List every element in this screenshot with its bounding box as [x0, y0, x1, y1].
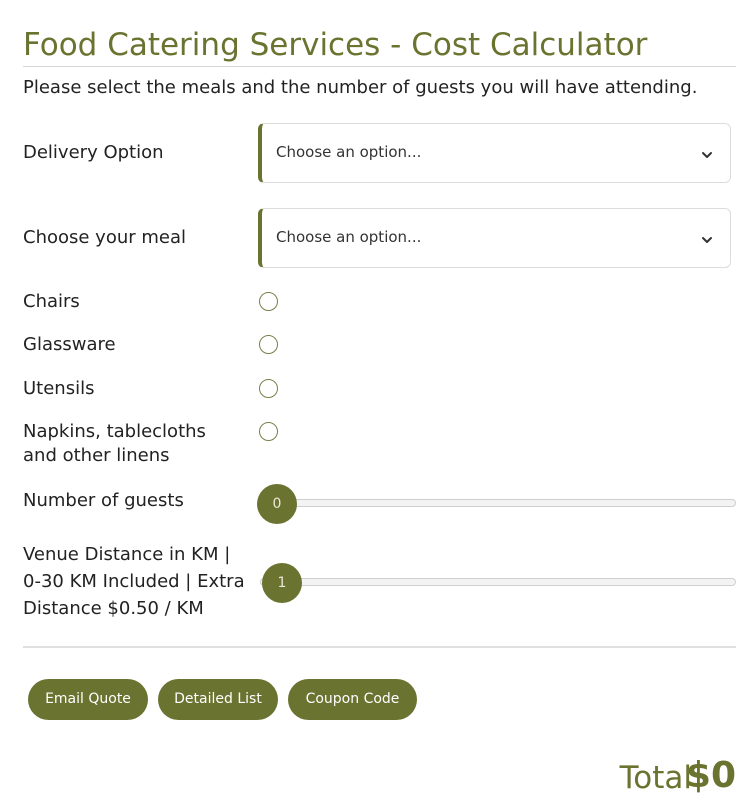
- distance-label: Venue Distance in KM | 0-30 KM Included …: [23, 544, 245, 619]
- chairs-radio[interactable]: [259, 292, 278, 311]
- guests-slider-track[interactable]: [260, 499, 736, 507]
- utensils-label: Utensils: [23, 378, 95, 399]
- coupon-code-button[interactable]: Coupon Code: [288, 679, 417, 720]
- linens-radio[interactable]: [259, 422, 278, 441]
- total-value: $0: [685, 755, 736, 796]
- glassware-radio[interactable]: [259, 335, 278, 354]
- form-divider: [23, 646, 736, 648]
- glassware-label: Glassware: [23, 334, 116, 355]
- delivery-option-label: Delivery Option: [23, 142, 164, 163]
- guests-label: Number of guests: [23, 490, 184, 511]
- utensils-radio[interactable]: [259, 379, 278, 398]
- delivery-option-value: Choose an option...: [276, 143, 422, 161]
- email-quote-button[interactable]: Email Quote: [28, 679, 148, 720]
- total-label: Total: [619, 760, 692, 796]
- distance-slider-track[interactable]: [260, 578, 736, 586]
- guests-slider-thumb[interactable]: 0: [257, 484, 297, 524]
- page-title: Food Catering Services - Cost Calculator: [23, 27, 648, 63]
- chevron-down-icon: [702, 152, 712, 158]
- meal-select[interactable]: Choose an option...: [258, 208, 731, 268]
- meal-value: Choose an option...: [276, 228, 422, 246]
- delivery-option-select[interactable]: Choose an option...: [258, 123, 731, 183]
- chairs-label: Chairs: [23, 291, 80, 312]
- distance-slider-thumb[interactable]: 1: [262, 563, 302, 603]
- chevron-down-icon: [702, 237, 712, 243]
- intro-text: Please select the meals and the number o…: [23, 77, 698, 98]
- detailed-list-button[interactable]: Detailed List: [158, 679, 278, 720]
- linens-label: Napkins, tablecloths and other linens: [23, 421, 206, 466]
- meal-label: Choose your meal: [23, 227, 187, 248]
- title-divider: [23, 66, 736, 67]
